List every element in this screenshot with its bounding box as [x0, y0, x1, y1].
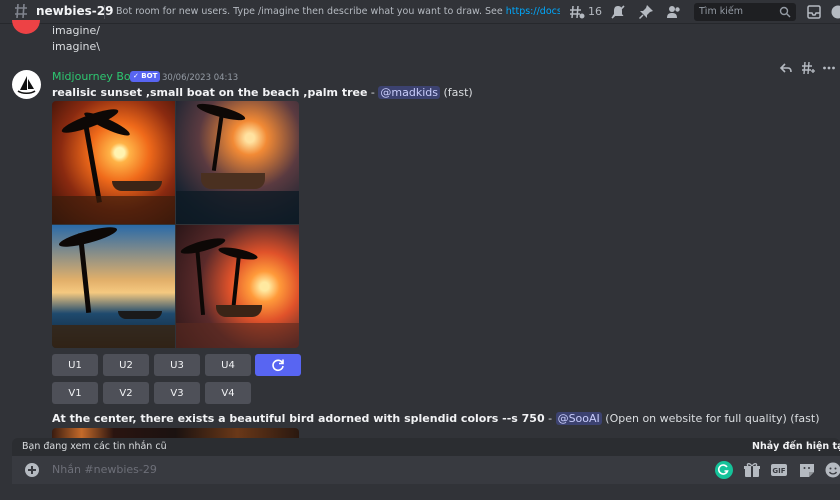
image-grid[interactable]: [52, 101, 299, 348]
message-content: realisic sunset ,small boat on the beach…: [52, 86, 473, 99]
message-input[interactable]: Nhắn #newbies-29: [52, 463, 157, 476]
create-thread-icon[interactable]: [801, 61, 815, 75]
inbox-icon[interactable]: [806, 4, 822, 20]
members-icon[interactable]: [666, 4, 682, 20]
upscale-4-button[interactable]: U4: [205, 354, 251, 376]
reply-icon[interactable]: [779, 61, 793, 75]
channel-topic[interactable]: Bot room for new users. Type /imagine th…: [116, 6, 560, 17]
channel-header: newbies-29 Bot room for new users. Type …: [0, 0, 840, 24]
message-composer[interactable]: Nhắn #newbies-29 GIF: [12, 456, 840, 484]
jump-to-present-button[interactable]: Nhảy đến hiện tại: [752, 441, 840, 452]
prompt-text: realisic sunset ,small boat on the beach…: [52, 86, 368, 99]
hashtag-icon: [15, 3, 27, 19]
previous-message-line: imagine\: [52, 40, 100, 53]
separator: -: [544, 412, 556, 425]
upscale-2-button[interactable]: U2: [103, 354, 149, 376]
pin-icon[interactable]: [638, 4, 654, 20]
user-mention[interactable]: @madkids: [378, 86, 440, 99]
image-tile-3[interactable]: [52, 223, 175, 348]
attach-plus-icon[interactable]: [25, 463, 39, 477]
reroll-button[interactable]: [255, 354, 301, 376]
variation-3-button[interactable]: V3: [154, 382, 200, 404]
variation-4-button[interactable]: V4: [205, 382, 251, 404]
image-tile-1[interactable]: [52, 101, 175, 224]
header-divider: [104, 5, 105, 19]
threads-icon[interactable]: [569, 4, 585, 20]
variation-1-button[interactable]: V1: [52, 382, 98, 404]
topic-link[interactable]: https://docs.midjourn...: [506, 6, 560, 17]
upscale-3-button[interactable]: U3: [154, 354, 200, 376]
search-icon: [779, 6, 791, 18]
channel-name: newbies-29: [36, 4, 114, 18]
variation-2-button[interactable]: V2: [103, 382, 149, 404]
message-content: At the center, there exists a beautiful …: [52, 412, 820, 425]
search-placeholder: Tìm kiếm: [699, 6, 743, 17]
older-messages-bar: Bạn đang xem các tin nhắn cũ Nhảy đến hi…: [12, 438, 840, 456]
refresh-icon: [272, 359, 284, 372]
older-messages-notice: Bạn đang xem các tin nhắn cũ: [22, 441, 167, 452]
username[interactable]: Midjourney Bot: [52, 70, 135, 83]
gif-label: GIF: [772, 467, 785, 475]
avatar[interactable]: [12, 70, 41, 99]
topic-text: Bot room for new users. Type /imagine th…: [116, 6, 506, 17]
message-suffix: (Open on website for full quality) (fast…: [605, 412, 820, 425]
image-tile-4[interactable]: [176, 225, 299, 348]
grammarly-icon[interactable]: [715, 461, 733, 479]
more-options-icon[interactable]: [822, 61, 836, 75]
threads-count: 16: [588, 5, 602, 18]
gif-icon[interactable]: GIF: [770, 461, 788, 479]
help-icon[interactable]: [830, 4, 840, 20]
previous-message-line: imagine/: [52, 24, 100, 37]
separator: -: [367, 86, 379, 99]
image-tile-2[interactable]: [176, 101, 299, 224]
midjourney-logo-icon: [17, 76, 36, 95]
gift-icon[interactable]: [743, 461, 761, 479]
bot-badge: ✓ BOT: [130, 71, 161, 82]
message-timestamp: 30/06/2023 04:13: [162, 73, 239, 83]
mute-icon[interactable]: [610, 4, 626, 20]
emoji-icon[interactable]: [824, 461, 840, 479]
previous-avatar[interactable]: [12, 20, 40, 34]
upscale-1-button[interactable]: U1: [52, 354, 98, 376]
user-mention[interactable]: @SooAI: [555, 412, 602, 425]
search-input[interactable]: Tìm kiếm: [694, 3, 796, 21]
prompt-text: At the center, there exists a beautiful …: [52, 412, 545, 425]
sticker-icon[interactable]: [798, 461, 816, 479]
speed-label: (fast): [443, 86, 473, 99]
